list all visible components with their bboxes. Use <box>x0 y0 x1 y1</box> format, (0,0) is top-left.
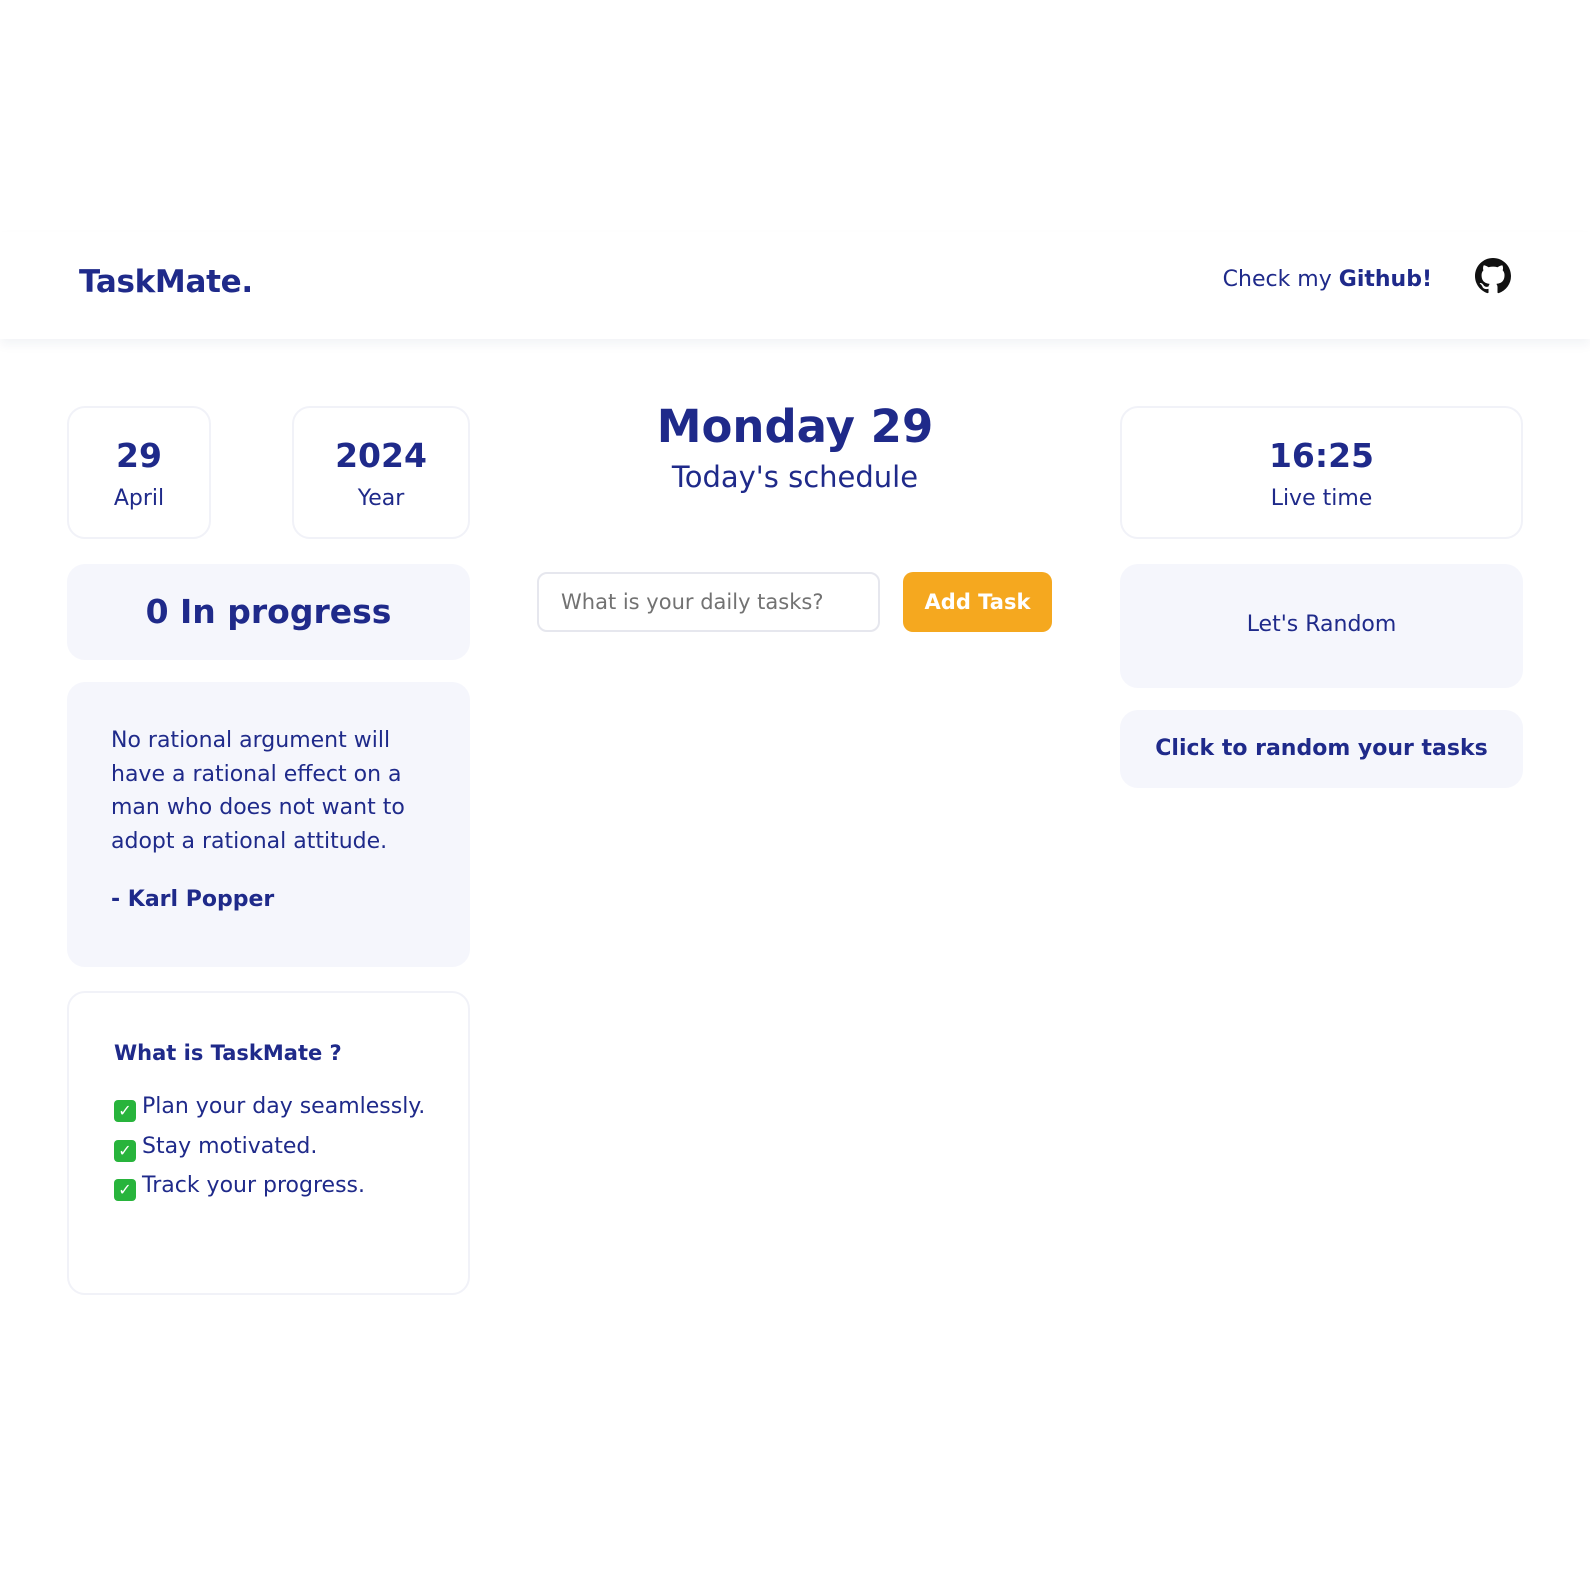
about-card: What is TaskMate ? ✓ Plan your day seamle… <box>67 991 470 1295</box>
progress-count: 0 In progress <box>145 592 392 631</box>
page: TaskMate. Check my Github! 29 April 2024… <box>0 0 1590 1590</box>
year-card: 2024 Year <box>292 406 470 539</box>
app-logo[interactable]: TaskMate. <box>79 264 253 300</box>
github-link-prefix: Check my <box>1222 267 1332 292</box>
check-mark-icon: ✓ <box>114 1100 136 1122</box>
about-item: ✓ Track your progress. <box>114 1169 434 1203</box>
year-value: 2024 <box>335 436 427 475</box>
about-item-text: Track your progress. <box>142 1173 365 1198</box>
about-list: ✓ Plan your day seamlessly. ✓ Stay motivat… <box>114 1090 434 1209</box>
quote-author: - Karl Popper <box>111 887 275 912</box>
random-tasks-button[interactable]: Click to random your tasks <box>1120 710 1523 788</box>
date-card: 29 April <box>67 406 211 539</box>
random-result-text: Let's Random <box>1246 612 1397 637</box>
time-card: 16:25 Live time <box>1120 406 1523 539</box>
year-label: Year <box>357 486 405 511</box>
about-item: ✓ Plan your day seamlessly. <box>114 1090 434 1124</box>
github-link[interactable]: Check my Github! <box>1223 267 1432 292</box>
github-icon[interactable] <box>1475 258 1511 294</box>
live-time-value: 16:25 <box>1268 436 1375 475</box>
check-mark-icon: ✓ <box>114 1179 136 1201</box>
live-time-label: Live time <box>1270 486 1373 511</box>
random-result-card: Let's Random <box>1120 564 1523 688</box>
quote-card: No rational argument will have a rationa… <box>67 682 470 967</box>
about-title: What is TaskMate ? <box>114 1041 342 1065</box>
check-mark-icon: ✓ <box>114 1139 136 1162</box>
schedule-day-title: Monday 29 <box>656 400 934 453</box>
quote-text: No rational argument will have a rationa… <box>111 728 405 854</box>
schedule-subtitle: Today's schedule <box>671 460 919 494</box>
about-item-text: Plan your day seamlessly. <box>142 1094 426 1119</box>
github-link-strong: Github! <box>1338 267 1432 292</box>
about-item: ✓ Stay motivated. <box>114 1130 434 1164</box>
date-day: 29 <box>116 436 162 475</box>
task-input[interactable] <box>537 572 880 632</box>
header: TaskMate. Check my Github! <box>0 232 1590 339</box>
date-month: April <box>113 486 165 511</box>
progress-card: 0 In progress <box>67 564 470 660</box>
random-tasks-button-label: Click to random your tasks <box>1155 736 1488 761</box>
add-task-button[interactable]: Add Task <box>903 572 1052 632</box>
about-item-text: Stay motivated. <box>142 1133 318 1159</box>
